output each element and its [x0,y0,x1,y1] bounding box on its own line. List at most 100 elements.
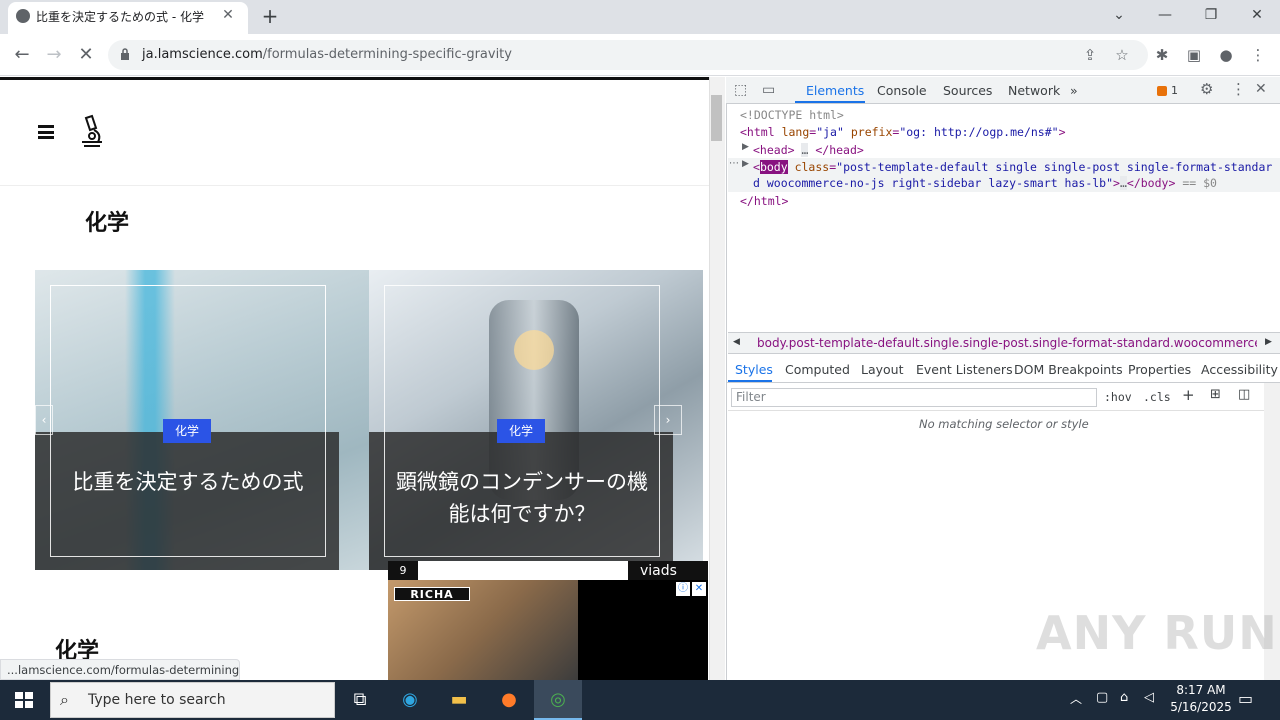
toggle-sidebar-icon[interactable]: ◫ [1238,387,1250,402]
subtab-dom-breakpoints[interactable]: DOM Breakpoints [1014,362,1123,377]
site-header [0,80,709,186]
breadcrumb-left-arrow-icon[interactable]: ◀ [733,337,740,347]
devtools-menu-icon[interactable]: ⋮ [1231,80,1246,98]
menu-kebab-icon[interactable]: ⋮ [1247,44,1269,66]
issues-icon[interactable] [1157,86,1167,96]
slider-next-button[interactable]: › [654,405,682,435]
show-hidden-icons[interactable]: ︿ [1070,690,1082,707]
url-path: /formulas-determining-specific-gravity [262,47,512,62]
profile-avatar-icon[interactable]: ● [1215,44,1237,66]
slider-prev-button[interactable]: ‹ [35,405,53,435]
styles-divider [728,410,1264,411]
more-tabs-icon[interactable]: » [1070,83,1078,98]
subtab-styles[interactable]: Styles [735,362,773,377]
hov-toggle[interactable]: :hov [1104,390,1132,404]
dom-doctype[interactable]: <!DOCTYPE html> [740,108,844,122]
subtab-layout[interactable]: Layout [861,362,904,377]
subtab-accessibility[interactable]: Accessibility [1201,362,1278,377]
bookmark-star-icon[interactable]: ☆ [1111,44,1133,66]
settings-gear-icon[interactable]: ⚙ [1200,80,1213,98]
dom-html-open[interactable]: <html lang="ja" prefix="og: http://ogp.m… [740,125,1066,139]
chrome-icon[interactable]: ◎ [540,684,576,716]
prefix-value: "og: http://ogp.me/ns#" [899,125,1059,139]
close-window-button[interactable]: ✕ [1242,4,1272,26]
back-button[interactable]: ← [10,42,34,68]
tab-close-icon[interactable]: ✕ [218,5,238,25]
tab-network[interactable]: Network [1008,83,1060,98]
dom-breadcrumb[interactable]: body.post-template-default.single.single… [757,336,1257,350]
search-icon: ⌕ [60,690,69,709]
subtab-properties[interactable]: Properties [1128,362,1191,377]
anyrun-watermark: ANY RUN [1036,606,1278,660]
taskbar-search-placeholder: Type here to search [88,692,226,708]
minimize-button[interactable]: — [1150,4,1180,26]
collapsed-ellipsis[interactable]: … [801,143,809,157]
edge-icon[interactable]: ◉ [392,684,428,716]
expand-head-icon[interactable]: ▶ [742,142,749,152]
page-scrollbar[interactable] [709,77,725,680]
page-scrollbar-thumb[interactable] [711,95,722,141]
restore-button[interactable]: ❐ [1196,4,1226,26]
no-matching-styles-text: No matching selector or style [919,417,1089,431]
lock-icon[interactable] [120,48,130,61]
windows-start-icon[interactable] [0,680,48,720]
new-tab-button[interactable]: + [258,4,282,28]
dom-body-cont[interactable]: d woocommerce-no-js right-sidebar lazy-s… [753,176,1217,190]
dom-head[interactable]: <head> … </head> [753,143,864,157]
forward-button[interactable]: → [42,42,66,68]
class-value-line-1: "post-template-default single single-pos… [836,160,1273,174]
issues-count[interactable]: 1 [1171,84,1178,97]
stop-loading-button[interactable]: ✕ [74,42,98,68]
device-icon[interactable]: ▢ [1096,690,1108,705]
ad-info-icon[interactable]: ⓘ [676,582,690,596]
link-status-bar: ...lamscience.com/formulas-determining..… [0,659,240,680]
inspect-element-icon[interactable]: ⬚ [734,82,747,98]
active-tab-underline [795,101,865,103]
side-panel-icon[interactable]: ▣ [1183,44,1205,66]
tab-sources[interactable]: Sources [943,83,992,98]
ad-close-icon[interactable]: ✕ [692,582,706,596]
lang-attr: lang [781,125,810,139]
devtools-close-icon[interactable]: ✕ [1255,81,1267,97]
clock-date[interactable]: 5/16/2025 [1166,700,1236,714]
share-icon[interactable]: ⇪ [1079,44,1101,66]
extensions-icon[interactable]: ✱ [1151,44,1173,66]
dom-html-close[interactable]: </html> [740,194,788,208]
microscope-logo-icon[interactable] [76,114,106,148]
network-icon[interactable]: ⌂ [1120,690,1128,705]
tab-elements[interactable]: Elements [806,83,864,98]
node-more-icon[interactable]: ⋯ [729,158,739,169]
card-1-category-badge[interactable]: 化学 [163,419,211,443]
section-title: 化学 [85,211,130,236]
new-style-rule-icon[interactable]: + [1182,386,1195,404]
body-tag: body [759,160,788,174]
card-2-title[interactable]: 顕微鏡のコンデンサーの機能は何ですか？ [394,466,650,530]
tab-console[interactable]: Console [877,83,927,98]
card-1-title[interactable]: 比重を決定するための式 [60,466,316,498]
element-state-icon[interactable]: ⊞ [1210,387,1221,402]
subtab-event-listeners[interactable]: Event Listeners [916,362,1013,377]
device-toolbar-icon[interactable]: ▭ [762,82,775,98]
subtab-computed[interactable]: Computed [785,362,850,377]
dom-body[interactable]: <body class="post-template-default singl… [753,160,1272,174]
styles-filter-input[interactable]: Filter [731,388,1097,407]
volume-icon[interactable]: ◁ [1144,690,1154,705]
file-explorer-icon[interactable]: ▬ [441,684,477,716]
cls-toggle[interactable]: .cls [1143,390,1171,404]
task-view-icon[interactable]: ⧉ [342,684,378,716]
tab-title: 比重を決定するための式 - 化学 20 [36,10,206,24]
tab-search-icon[interactable]: ⌄ [1104,4,1134,26]
url-text: ja.lamscience.com/formulas-determining-s… [142,47,512,62]
collapsed-ellipsis-body[interactable]: … [1119,176,1127,190]
expand-body-icon[interactable]: ▶ [742,159,749,169]
url-host: ja.lamscience.com [142,47,263,62]
selected-node-ref: == $0 [1182,176,1217,190]
class-value-line-2: d woocommerce-no-js right-sidebar lazy-s… [753,176,1114,190]
notifications-icon[interactable]: ▭ [1238,689,1253,708]
firefox-icon[interactable]: ● [491,684,527,716]
breadcrumb-right-arrow-icon[interactable]: ▶ [1265,337,1272,347]
card-2-category-badge[interactable]: 化学 [497,419,545,443]
clock-time[interactable]: 8:17 AM [1166,683,1236,697]
ad-brand-label[interactable]: viads [628,561,708,581]
hamburger-menu-icon[interactable] [38,125,54,139]
